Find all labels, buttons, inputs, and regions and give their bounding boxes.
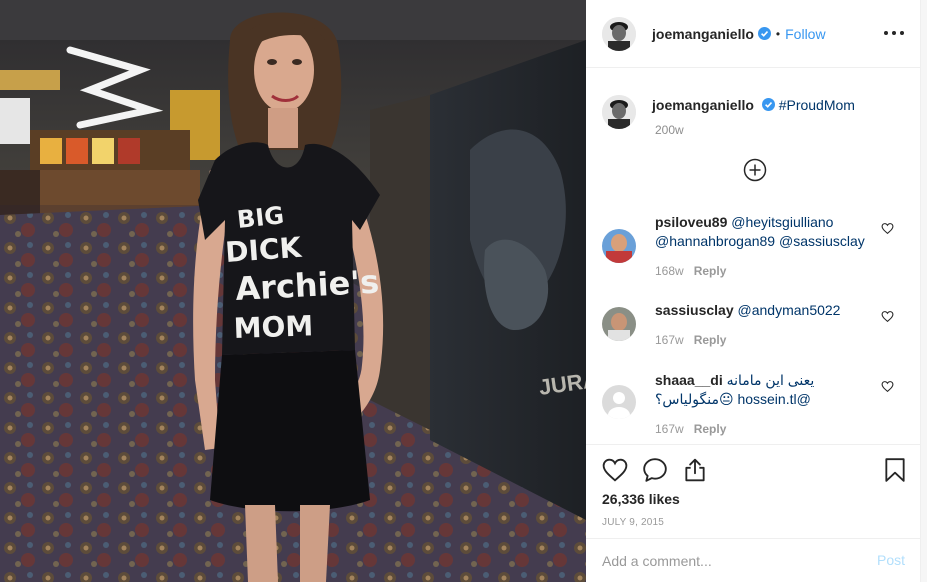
svg-text:Archie's: Archie's <box>234 263 380 308</box>
comment-mentions[interactable]: @andyman5022 <box>738 302 841 318</box>
caption-hashtag[interactable]: #ProudMom <box>779 97 855 113</box>
comment-text: shaaa__di یعنی این مامانه @hossein.tl 😐م… <box>655 371 870 409</box>
commenter-avatar-default[interactable] <box>602 385 636 419</box>
comment-username[interactable]: sassiusclay <box>655 302 734 318</box>
comment-meta: 168w Reply <box>655 264 726 278</box>
comment-time[interactable]: 168w <box>655 264 684 278</box>
save-bookmark-icon[interactable] <box>882 457 908 483</box>
like-comment-heart-icon[interactable] <box>881 310 894 323</box>
comment-username[interactable]: psiloveu89 <box>655 214 727 230</box>
comment-item: shaaa__di یعنی این مامانه @hossein.tl 😐م… <box>602 371 904 441</box>
follow-button[interactable]: Follow <box>785 26 825 42</box>
verified-badge-icon <box>761 98 775 111</box>
comment-text: sassiusclay @andyman5022 <box>655 301 870 320</box>
post-actions: 26,336 likes JULY 9, 2015 <box>586 444 921 538</box>
author-username[interactable]: joemanganiello <box>652 26 754 42</box>
caption-time[interactable]: 200w <box>655 123 904 137</box>
comment-bubble-icon[interactable] <box>642 457 668 483</box>
comment-input[interactable] <box>602 551 852 571</box>
commenter-avatar[interactable] <box>602 307 636 341</box>
comment-time[interactable]: 167w <box>655 333 684 347</box>
comment-item: sassiusclay @andyman5022 167w Reply <box>602 301 904 356</box>
comment-item: psiloveu89 @heyitsgiulliano @hannahbroga… <box>602 213 904 283</box>
share-icon[interactable] <box>682 457 708 483</box>
add-comment-bar: Post <box>586 538 921 582</box>
comment-meta: 167w Reply <box>655 422 726 436</box>
post-panel: joemanganiello • Follow joemanganiello #… <box>586 0 921 582</box>
post-header: joemanganiello • Follow <box>586 0 920 68</box>
comment-time[interactable]: 167w <box>655 422 684 436</box>
svg-text:MOM: MOM <box>233 309 314 345</box>
reply-button[interactable]: Reply <box>694 422 727 436</box>
comment-username[interactable]: shaaa__di <box>655 372 723 388</box>
commenter-avatar[interactable] <box>602 229 636 263</box>
like-heart-icon[interactable] <box>602 457 628 483</box>
author-avatar[interactable] <box>602 16 636 51</box>
post-date[interactable]: JULY 9, 2015 <box>602 517 664 528</box>
separator-dot: • <box>775 26 781 41</box>
page-scrollbar[interactable] <box>921 0 927 582</box>
more-options-icon[interactable] <box>884 24 904 42</box>
like-comment-heart-icon[interactable] <box>881 380 894 393</box>
caption-username[interactable]: joemanganiello <box>652 97 754 113</box>
plus-circle-icon[interactable] <box>743 158 767 182</box>
post-photo[interactable]: JURASS BIG DICK Archie's MOM <box>0 0 586 582</box>
svg-text:BIG: BIG <box>236 201 286 234</box>
caption-avatar[interactable] <box>602 95 636 129</box>
svg-text:DICK: DICK <box>224 231 303 269</box>
post-comment-button[interactable]: Post <box>877 552 905 568</box>
comment-text: psiloveu89 @heyitsgiulliano @hannahbroga… <box>655 213 870 251</box>
like-comment-heart-icon[interactable] <box>881 222 894 235</box>
likes-count[interactable]: 26,336 likes <box>602 491 680 507</box>
comment-meta: 167w Reply <box>655 333 726 347</box>
reply-button[interactable]: Reply <box>694 264 727 278</box>
post-caption: joemanganiello #ProudMom 200w <box>602 95 904 137</box>
reply-button[interactable]: Reply <box>694 333 727 347</box>
verified-badge-icon <box>757 27 771 40</box>
